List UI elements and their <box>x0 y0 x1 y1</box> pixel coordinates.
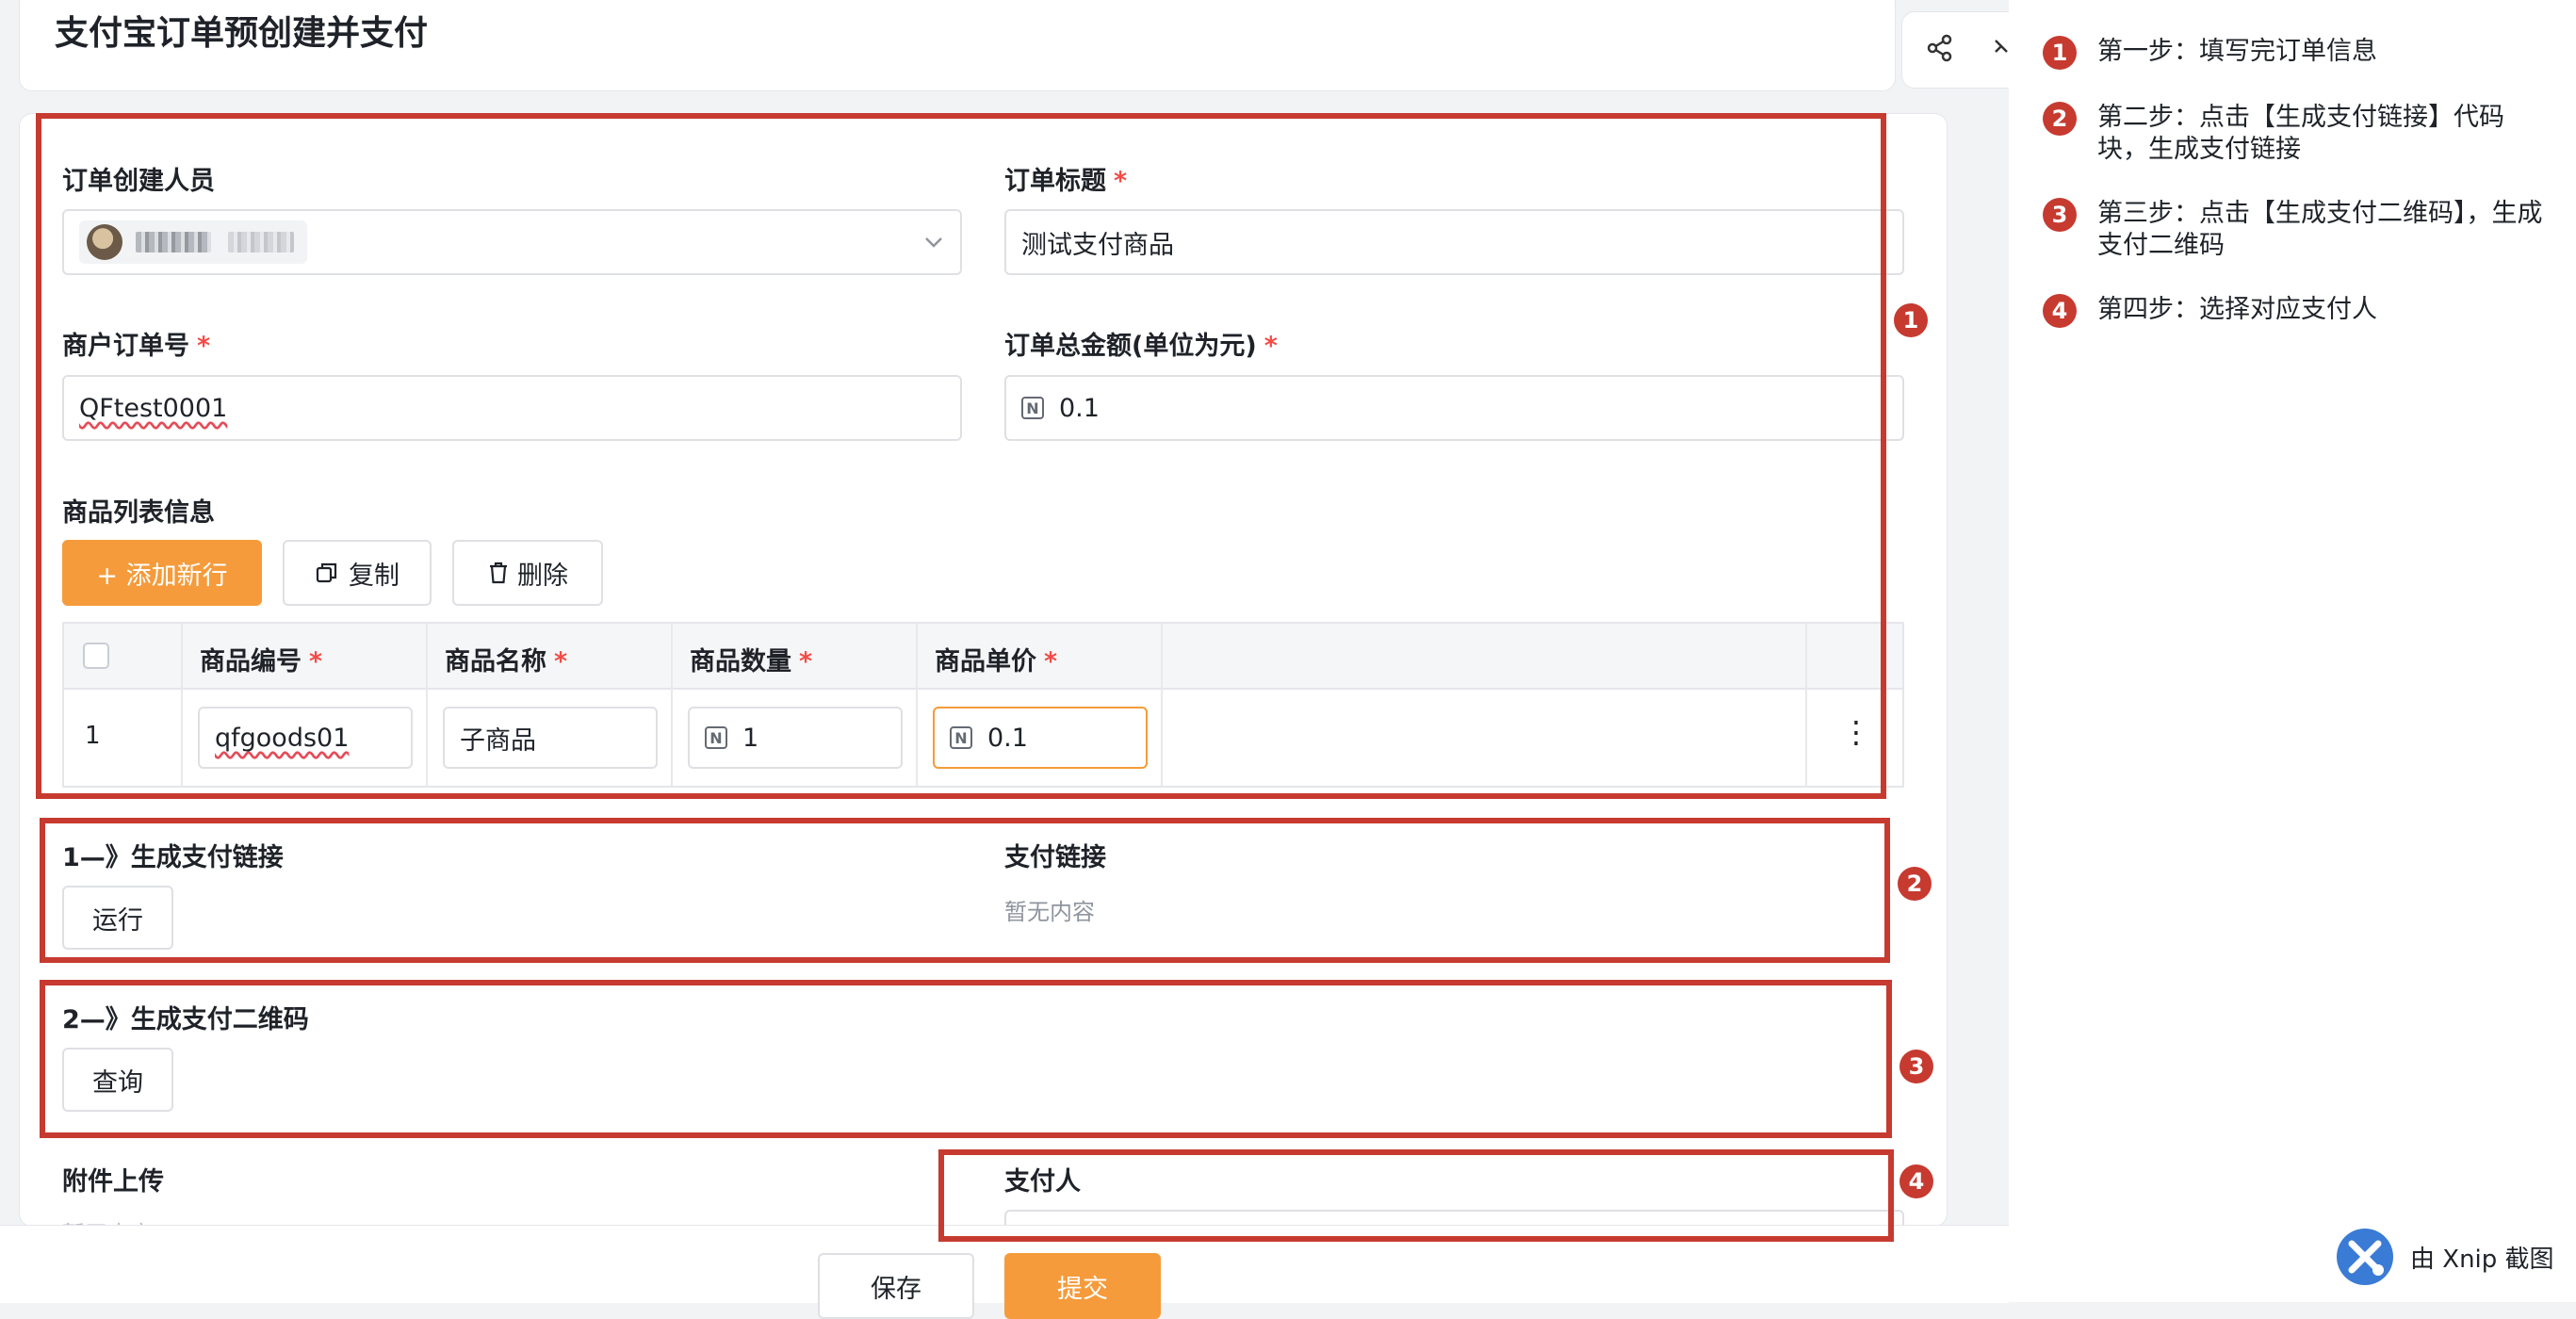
annotation-box-3 <box>40 980 1892 1138</box>
attachment-label: 附件上传 <box>62 1167 164 1197</box>
step-marker-3: 3 <box>1899 1050 1933 1083</box>
top-actions <box>1901 11 2016 89</box>
watermark-text: 由 Xnip 截图 <box>2410 1245 2554 1274</box>
step-marker-2: 2 <box>1898 867 1932 901</box>
watermark: 由 Xnip 截图 <box>2335 1227 2554 1287</box>
instruction-step-1: 第一步：填写完订单信息 <box>2097 37 2377 66</box>
annotation-box-4 <box>938 1149 1894 1242</box>
xnip-logo-icon <box>2337 1229 2393 1285</box>
instruction-marker-1: 1 <box>2043 36 2077 70</box>
step-marker-4: 4 <box>1899 1164 1933 1198</box>
step-marker-1: 1 <box>1894 303 1928 337</box>
instruction-step-4: 第四步：选择对应支付人 <box>2097 295 2377 324</box>
annotation-box-2 <box>40 818 1890 963</box>
page-title: 支付宝订单预创建并支付 <box>55 14 429 53</box>
share-icon[interactable] <box>1921 29 1959 67</box>
instruction-step-3: 第三步：点击【生成支付二维码】，生成支付二维码 <box>2097 199 2543 260</box>
instruction-marker-2: 2 <box>2043 102 2077 136</box>
instruction-marker-4: 4 <box>2043 294 2077 328</box>
attachment-value: 暂无内容 <box>62 1215 153 1225</box>
submit-button[interactable]: 提交 <box>1004 1253 1161 1319</box>
instruction-panel <box>2009 0 2576 1302</box>
instruction-step-2: 第二步：点击【生成支付链接】代码块，生成支付链接 <box>2097 103 2504 164</box>
instruction-marker-3: 3 <box>2043 198 2077 232</box>
save-button[interactable]: 保存 <box>818 1253 974 1319</box>
annotation-box-1 <box>36 113 1886 799</box>
